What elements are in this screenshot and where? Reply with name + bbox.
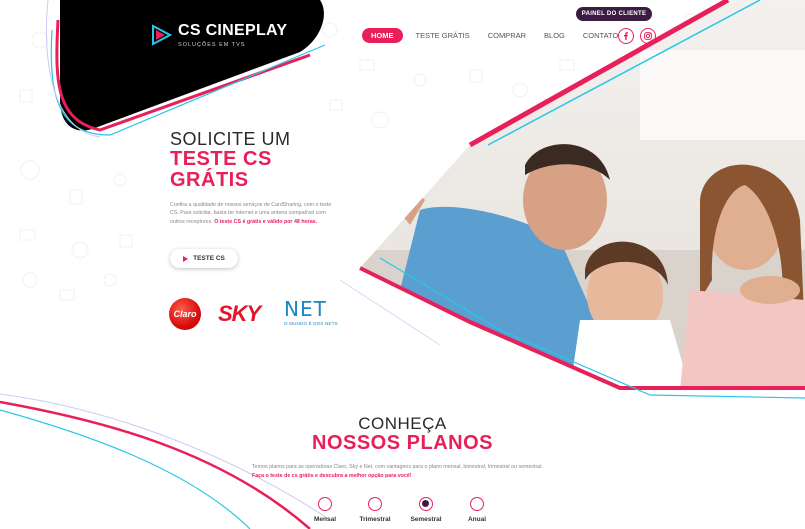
period-radio-selected[interactable] xyxy=(419,497,433,511)
period-radio[interactable] xyxy=(318,497,332,511)
hero-description-highlight: O teste CS é grátis e válido por 48 hora… xyxy=(214,218,318,225)
period-radio[interactable] xyxy=(368,497,382,511)
instagram-icon[interactable] xyxy=(640,28,656,44)
nav-teste-gratis[interactable]: TESTE GRÁTIS xyxy=(407,28,479,43)
plans-description-text: Temos planos para as operadoras Claro, S… xyxy=(252,464,543,470)
client-panel-button[interactable]: PAINEL DO CLIENTE xyxy=(576,7,652,21)
period-anual[interactable]: Anual xyxy=(447,497,507,523)
hero-pretitle: SOLICITE UM xyxy=(170,129,291,149)
brand-logo[interactable]: CS CINEPLAY SOLUÇÕES EM TVS xyxy=(150,22,287,48)
period-radio[interactable] xyxy=(470,497,484,511)
net-logo-tagline: O MUNDO É DOS NETS xyxy=(284,321,338,326)
claro-logo-text: Claro xyxy=(173,309,197,319)
sky-logo: SKY xyxy=(218,301,261,326)
brand-name: CS CINEPLAY xyxy=(178,22,288,39)
plans-description: Temos planos para as operadoras Claro, S… xyxy=(252,463,552,480)
brand-text: CS CINEPLAY SOLUÇÕES EM TVS xyxy=(178,22,288,49)
hero-title: TESTE CS GRÁTIS xyxy=(170,149,310,191)
hero-title-line2: GRÁTIS xyxy=(170,169,249,191)
facebook-icon[interactable] xyxy=(618,28,634,44)
main-nav: HOME TESTE GRÁTIS COMPRAR BLOG CONTATO xyxy=(362,28,627,43)
teste-cs-button-label: TESTE CS xyxy=(193,255,225,262)
hero-description: Confira a qualidade de nossos serviços d… xyxy=(170,201,340,226)
play-logo-icon xyxy=(152,24,172,46)
net-logo-text: NET xyxy=(284,297,327,321)
period-label: Anual xyxy=(467,516,487,523)
net-logo: NET O MUNDO É DOS NETS xyxy=(284,299,344,326)
brand-tagline: SOLUÇÕES EM TVS xyxy=(178,42,246,48)
nav-home[interactable]: HOME xyxy=(362,28,403,43)
nav-blog[interactable]: BLOG xyxy=(535,28,574,43)
nav-comprar[interactable]: COMPRAR xyxy=(479,28,535,43)
play-icon xyxy=(183,255,189,262)
claro-logo: Claro xyxy=(169,298,201,330)
plans-title: NOSSOS PLANOS xyxy=(312,432,493,454)
hero-title-line1: TESTE CS xyxy=(170,148,272,170)
teste-cs-button[interactable]: TESTE CS xyxy=(170,249,238,268)
plans-description-highlight: Faça o teste de cs grátis e descubra a m… xyxy=(252,472,412,479)
plans-pretitle: CONHEÇA xyxy=(358,414,447,433)
logo-backdrop xyxy=(45,0,326,138)
